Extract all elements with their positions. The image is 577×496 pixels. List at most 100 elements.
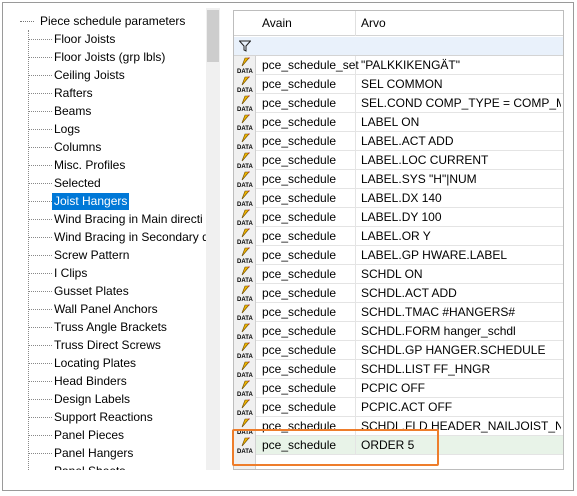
cell-key[interactable]: pce_schedule_set	[262, 56, 359, 75]
cell-value[interactable]: SEL COMMON	[361, 75, 561, 94]
row-header-cell[interactable]: DATA	[234, 113, 256, 132]
row-header-cell[interactable]: DATA	[234, 132, 256, 151]
row-header-cell[interactable]: DATA	[234, 284, 256, 303]
cell-value[interactable]: LABEL ON	[361, 113, 561, 132]
cell-value[interactable]: LABEL.LOC CURRENT	[361, 151, 561, 170]
cell-key[interactable]: pce_schedule	[262, 379, 336, 398]
tree-item[interactable]: Panel Pieces	[28, 426, 126, 444]
tree-item[interactable]: Wind Bracing in Main directi	[28, 210, 205, 228]
cell-key[interactable]: pce_schedule	[262, 151, 336, 170]
cell-value[interactable]: LABEL.DX 140	[361, 189, 561, 208]
table-row[interactable]: DATA pce_schedule LABEL.OR Y	[234, 227, 563, 246]
tree-item[interactable]: Joist Hangers	[28, 192, 130, 210]
tree-vertical-scrollbar[interactable]	[206, 8, 220, 470]
row-header-cell[interactable]: DATA	[234, 265, 256, 284]
row-header-cell[interactable]: DATA	[234, 398, 256, 417]
table-row[interactable]: DATA pce_schedule SCHDL.TMAC #HANGERS#	[234, 303, 563, 322]
tree-item[interactable]: Logs	[28, 120, 82, 138]
tree-item[interactable]: Floor Joists (grp lbls)	[28, 48, 167, 66]
table-row[interactable]: DATA pce_schedule SCHDL.ACT ADD	[234, 284, 563, 303]
tree-item[interactable]: Truss Angle Brackets	[28, 318, 169, 336]
column-header-key[interactable]: Avain	[256, 11, 292, 36]
cell-value[interactable]: PCPIC.ACT OFF	[361, 398, 561, 417]
tree-root-node[interactable]: Piece schedule parameters	[6, 12, 187, 30]
table-row[interactable]: DATA pce_schedule LABEL.LOC CURRENT	[234, 151, 563, 170]
parameter-grid[interactable]: Avain Arvo DATA pce_schedule_set "PALKKIKE…	[233, 10, 564, 470]
cell-key[interactable]: pce_schedule	[262, 170, 336, 189]
cell-key[interactable]: pce_schedule	[262, 341, 336, 360]
cell-key[interactable]: pce_schedule	[262, 227, 336, 246]
table-row[interactable]: DATA pce_schedule SCHDL.FORM hanger_schdl	[234, 322, 563, 341]
table-row[interactable]: DATA pce_schedule LABEL.DY 100	[234, 208, 563, 227]
cell-key[interactable]: pce_schedule	[262, 94, 336, 113]
tree-item[interactable]: Ceiling Joists	[28, 66, 127, 84]
table-row[interactable]: DATA pce_schedule PCPIC.ACT OFF	[234, 398, 563, 417]
tree-item[interactable]: Support Reactions	[28, 408, 155, 426]
cell-key[interactable]: pce_schedule	[262, 303, 336, 322]
cell-value[interactable]: SCHDL.TMAC #HANGERS#	[361, 303, 561, 322]
tree-item[interactable]: I Clips	[28, 264, 89, 282]
cell-key[interactable]: pce_schedule	[262, 398, 336, 417]
table-row[interactable]: DATA pce_schedule SCHDL ON	[234, 265, 563, 284]
tree-item[interactable]: Design Labels	[28, 390, 132, 408]
table-row[interactable]: DATA pce_schedule LABEL ON	[234, 113, 563, 132]
tree-item[interactable]: Columns	[28, 138, 103, 156]
tree-item[interactable]: Floor Joists	[28, 30, 117, 48]
row-header-cell[interactable]: DATA	[234, 322, 256, 341]
cell-key[interactable]: pce_schedule	[262, 322, 336, 341]
row-header-cell[interactable]: DATA	[234, 227, 256, 246]
tree-item[interactable]: Truss Direct Screws	[28, 336, 163, 354]
cell-value[interactable]: PCPIC OFF	[361, 379, 561, 398]
cell-value[interactable]: SCHDL.LIST FF_HNGR	[361, 360, 561, 379]
scrollbar-thumb[interactable]	[207, 10, 219, 62]
table-row[interactable]: DATA pce_schedule LABEL.SYS "H"|NUM	[234, 170, 563, 189]
table-row[interactable]: DATA pce_schedule SEL.COND COMP_TYPE = COM…	[234, 94, 563, 113]
table-row[interactable]: DATA pce_schedule LABEL.GP HWARE.LABEL	[234, 246, 563, 265]
cell-key[interactable]: pce_schedule	[262, 360, 336, 379]
cell-value[interactable]: LABEL.SYS "H"|NUM	[361, 170, 561, 189]
tree-item[interactable]: Selected	[28, 174, 103, 192]
cell-value[interactable]: SCHDL ON	[361, 265, 561, 284]
table-row[interactable]: DATA pce_schedule SEL COMMON	[234, 75, 563, 94]
row-header-cell[interactable]: DATA	[234, 246, 256, 265]
table-row[interactable]: DATA pce_schedule PCPIC OFF	[234, 379, 563, 398]
table-row[interactable]: DATA pce_schedule LABEL.ACT ADD	[234, 132, 563, 151]
cell-value[interactable]: LABEL.DY 100	[361, 208, 561, 227]
parameter-tree[interactable]: Piece schedule parameters Floor Joists Fl…	[6, 8, 206, 470]
row-header-cell[interactable]: DATA	[234, 303, 256, 322]
cell-value[interactable]: LABEL.GP HWARE.LABEL	[361, 246, 561, 265]
row-header-cell[interactable]: DATA	[234, 341, 256, 360]
tree-item[interactable]: Head Binders	[28, 372, 129, 390]
cell-value[interactable]: SCHDL.GP HANGER.SCHEDULE	[361, 341, 561, 360]
tree-item[interactable]: Panel Sheets	[28, 462, 127, 471]
table-row[interactable]: DATA pce_schedule SCHDL.LIST FF_HNGR	[234, 360, 563, 379]
table-row[interactable]: DATA pce_schedule LABEL.DX 140	[234, 189, 563, 208]
cell-key[interactable]: pce_schedule	[262, 75, 336, 94]
cell-key[interactable]: pce_schedule	[262, 113, 336, 132]
table-row[interactable]: DATA pce_schedule SCHDL.GP HANGER.SCHEDULE	[234, 341, 563, 360]
funnel-icon[interactable]	[239, 40, 251, 52]
tree-item[interactable]: Rafters	[28, 84, 95, 102]
cell-value[interactable]: LABEL.OR Y	[361, 227, 561, 246]
cell-value[interactable]: SCHDL.ACT ADD	[361, 284, 561, 303]
cell-key[interactable]: pce_schedule	[262, 284, 336, 303]
cell-key[interactable]: pce_schedule	[262, 208, 336, 227]
table-row[interactable]: DATA pce_schedule_set "PALKKIKENGÄT"	[234, 56, 563, 75]
row-header-cell[interactable]: DATA	[234, 208, 256, 227]
cell-key[interactable]: pce_schedule	[262, 132, 336, 151]
row-header-cell[interactable]: DATA	[234, 94, 256, 113]
cell-key[interactable]: pce_schedule	[262, 246, 336, 265]
row-header-cell[interactable]: DATA	[234, 360, 256, 379]
tree-item[interactable]: Panel Hangers	[28, 444, 135, 462]
tree-item[interactable]: Beams	[28, 102, 93, 120]
filter-row[interactable]	[234, 37, 563, 56]
cell-value[interactable]: SCHDL.FORM hanger_schdl	[361, 322, 561, 341]
tree-item[interactable]: Screw Pattern	[28, 246, 131, 264]
row-header-cell[interactable]: DATA	[234, 189, 256, 208]
column-header-value[interactable]: Arvo	[355, 11, 386, 36]
row-header-cell[interactable]: DATA	[234, 170, 256, 189]
tree-item[interactable]: Misc. Profiles	[28, 156, 127, 174]
cell-value[interactable]: LABEL.ACT ADD	[361, 132, 561, 151]
row-header-cell[interactable]: DATA	[234, 75, 256, 94]
tree-item[interactable]: Gusset Plates	[28, 282, 131, 300]
